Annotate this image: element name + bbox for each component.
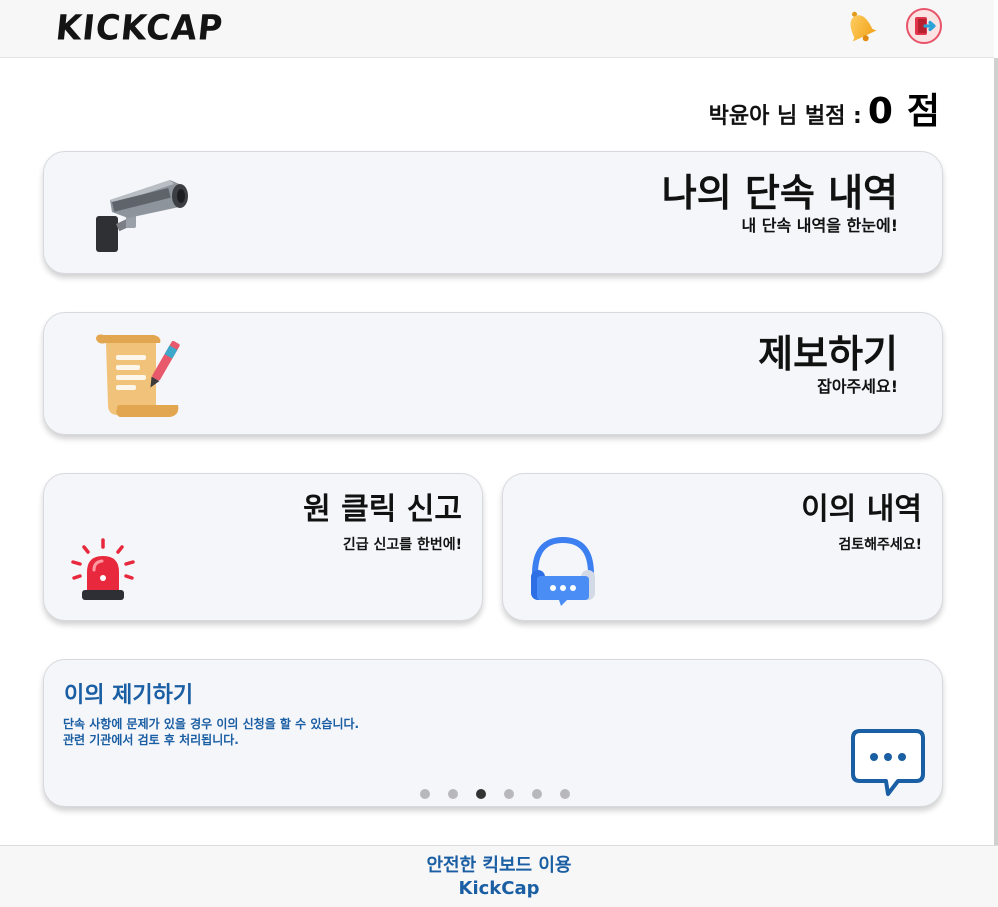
- siren-icon: [71, 538, 135, 600]
- penalty-label: 박윤아 님 벌점 :: [708, 104, 862, 129]
- card-subtitle: 긴급 신고를 한번에!: [342, 537, 462, 553]
- card-subtitle: 검토해주세요!: [838, 537, 922, 553]
- carousel-dot-3[interactable]: [476, 789, 486, 799]
- carousel-dot-1[interactable]: [420, 789, 430, 799]
- penalty-summary: 박윤아 님 벌점 : 0 점: [709, 82, 940, 134]
- banner-line-1: 단속 사항에 문제가 있을 경우 이의 신청을 할 수 있습니다.: [63, 717, 360, 731]
- app-page: KICKCAP 박윤아 님 벌점 : 0 점 나의 단속 내역 내 단속 내역을…: [0, 0, 998, 907]
- headset-chat-icon: [531, 536, 595, 606]
- carousel-dot-6[interactable]: [560, 789, 570, 799]
- objection-banner-carousel[interactable]: 이의 제기하기 단속 사항에 문제가 있을 경우 이의 신청을 할 수 있습니다…: [43, 659, 943, 807]
- bell-icon[interactable]: [842, 8, 878, 44]
- one-click-report-card[interactable]: 원 클릭 신고 긴급 신고를 한번에!: [43, 473, 483, 621]
- logout-icon[interactable]: [905, 7, 943, 45]
- banner-description: 단속 사항에 문제가 있을 경우 이의 신청을 할 수 있습니다. 관련 기관에…: [63, 716, 359, 748]
- scrollbar[interactable]: [994, 58, 998, 845]
- penalty-value: 0: [867, 91, 893, 132]
- scroll-pen-icon: [96, 334, 180, 417]
- my-enforcement-card[interactable]: 나의 단속 내역 내 단속 내역을 한눈에!: [43, 151, 943, 274]
- banner-line-2: 관련 기관에서 검토 후 처리됩니다.: [63, 733, 239, 747]
- kickcap-logo[interactable]: KICKCAP: [54, 7, 225, 48]
- footer-tagline: 안전한 킥보드 이용: [426, 855, 572, 876]
- carousel-dot-2[interactable]: [448, 789, 458, 799]
- card-title: 원 클릭 신고: [303, 492, 462, 527]
- objection-history-card[interactable]: 이의 내역 검토해주세요!: [502, 473, 943, 621]
- card-title: 이의 내역: [801, 492, 922, 527]
- carousel-dot-5[interactable]: [532, 789, 542, 799]
- report-card[interactable]: 제보하기 잡아주세요!: [43, 312, 943, 435]
- carousel-dots: [420, 789, 570, 799]
- card-title: 나의 단속 내역: [661, 171, 898, 215]
- card-subtitle: 내 단속 내역을 한눈에!: [741, 216, 899, 235]
- footer-brand: KickCap: [458, 878, 540, 899]
- banner-title: 이의 제기하기: [64, 683, 194, 708]
- carousel-dot-4[interactable]: [504, 789, 514, 799]
- card-title: 제보하기: [758, 332, 898, 376]
- penalty-unit: 점: [906, 91, 940, 132]
- card-subtitle: 잡아주세요!: [817, 377, 898, 396]
- footer: 안전한 킥보드 이용 KickCap: [0, 845, 998, 907]
- top-header: KICKCAP: [0, 0, 994, 58]
- cctv-camera-icon: [96, 180, 188, 252]
- chat-bubble-icon: [851, 729, 925, 796]
